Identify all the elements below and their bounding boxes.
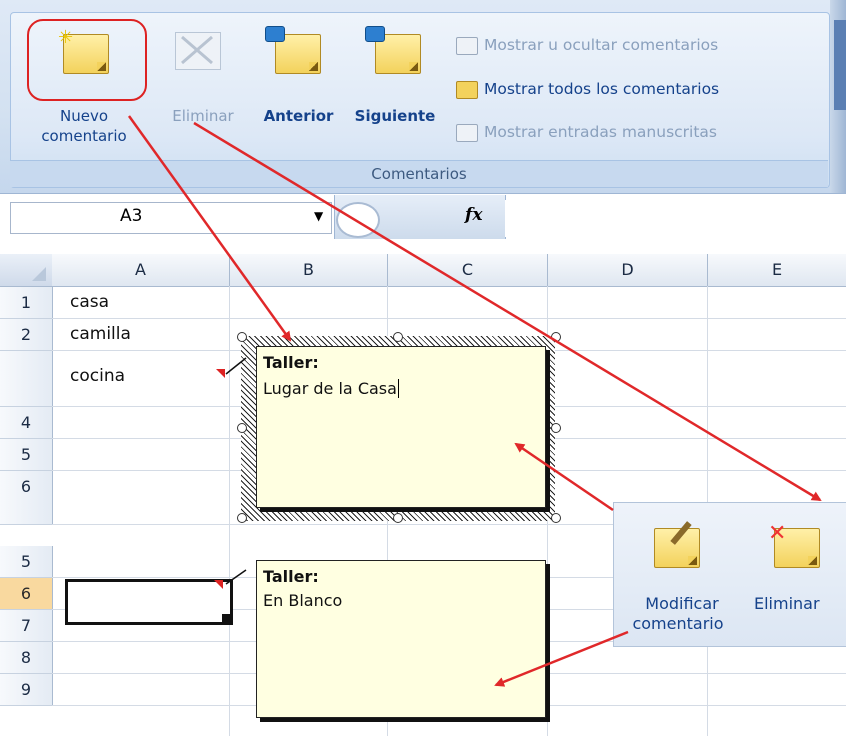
comment-pointer-line (225, 357, 247, 375)
arrow-to-delete (193, 121, 822, 502)
comment-pointer-line (225, 569, 247, 585)
arrow-to-blank-box (494, 630, 629, 687)
arrow-to-edit-box (514, 442, 614, 512)
annotation-arrows (127, 115, 822, 687)
arrow-to-new-comment (127, 115, 292, 342)
